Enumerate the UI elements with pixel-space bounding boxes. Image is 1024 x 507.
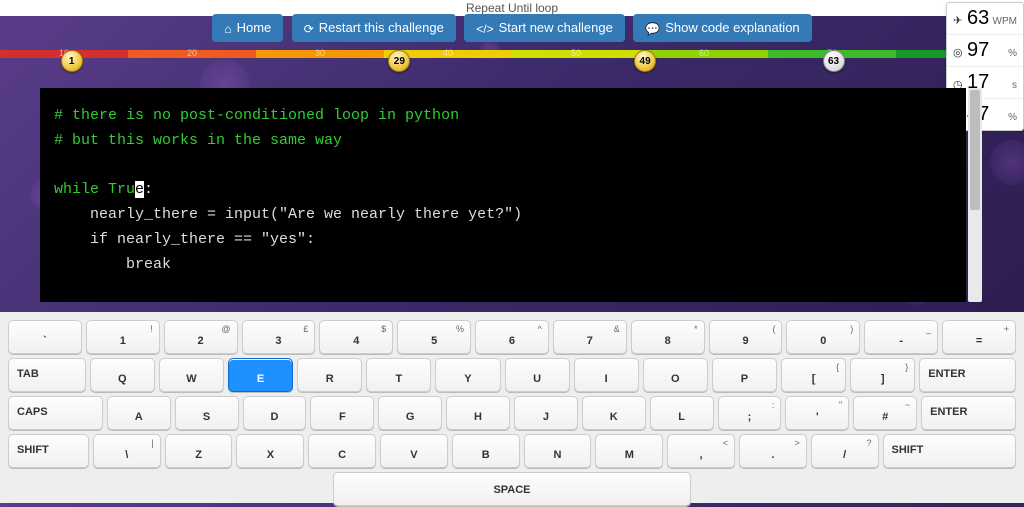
key-4[interactable]: $4: [319, 320, 393, 354]
key-caps[interactable]: CAPS: [8, 396, 103, 430]
code-icon: </>: [476, 22, 493, 36]
key-f[interactable]: F: [310, 396, 374, 430]
code-line: [54, 154, 952, 179]
key-g[interactable]: G: [378, 396, 442, 430]
key-n[interactable]: N: [524, 434, 592, 468]
key-7[interactable]: &7: [553, 320, 627, 354]
key-h[interactable]: H: [446, 396, 510, 430]
key-shift[interactable]: SHIFT: [8, 434, 89, 468]
key-y[interactable]: Y: [435, 358, 500, 392]
key-b[interactable]: B: [452, 434, 520, 468]
progress-marker: 49: [634, 50, 656, 72]
key-\[interactable]: |\: [93, 434, 161, 468]
target-icon: ◎: [953, 46, 967, 59]
key-x[interactable]: X: [236, 434, 304, 468]
key-o[interactable]: O: [643, 358, 708, 392]
key-/[interactable]: ?/: [811, 434, 879, 468]
text-cursor: e: [135, 181, 144, 198]
key-space[interactable]: SPACE: [333, 472, 691, 506]
key-v[interactable]: V: [380, 434, 448, 468]
key-=[interactable]: +=: [942, 320, 1016, 354]
key-m[interactable]: M: [595, 434, 663, 468]
key-enter[interactable]: ENTER: [919, 358, 1016, 392]
key-w[interactable]: W: [159, 358, 224, 392]
code-line: nearly_there = input("Are we nearly ther…: [54, 203, 952, 228]
code-line: if nearly_there == "yes":: [54, 228, 952, 253]
key-enter[interactable]: ENTER: [921, 396, 1016, 430]
key-9[interactable]: (9: [709, 320, 783, 354]
key-0[interactable]: )0: [786, 320, 860, 354]
key-8[interactable]: *8: [631, 320, 705, 354]
code-line: # but this works in the same way: [54, 129, 952, 154]
code-editor[interactable]: # there is no post-conditioned loop in p…: [40, 88, 966, 302]
restart-button[interactable]: ⟳Restart this challenge: [292, 14, 456, 42]
key-r[interactable]: R: [297, 358, 362, 392]
progress-marker: 63: [823, 50, 845, 72]
key-#[interactable]: ~#: [853, 396, 917, 430]
key-;[interactable]: :;: [718, 396, 782, 430]
key-q[interactable]: Q: [90, 358, 155, 392]
code-line: while True:: [54, 178, 952, 203]
key-.[interactable]: >.: [739, 434, 807, 468]
stat-wpm: ✈ 63 WPM: [947, 3, 1023, 35]
progress-marker: 1: [61, 50, 83, 72]
key-d[interactable]: D: [243, 396, 307, 430]
key-][interactable]: }]: [850, 358, 915, 392]
code-line: break: [54, 253, 952, 278]
key-z[interactable]: Z: [165, 434, 233, 468]
progress-bar: 10203040506070 1294963: [0, 50, 1024, 60]
key--[interactable]: _-: [864, 320, 938, 354]
stat-accuracy: ◎ 97 %: [947, 35, 1023, 67]
code-line: # there is no post-conditioned loop in p…: [54, 104, 952, 129]
key-3[interactable]: £3: [242, 320, 316, 354]
key-a[interactable]: A: [107, 396, 171, 430]
virtual-keyboard: `!1@2£3$4%5^6&7*8(9)0_-+= TABQWERTYUIOP{…: [0, 312, 1024, 503]
key-l[interactable]: L: [650, 396, 714, 430]
key-j[interactable]: J: [514, 396, 578, 430]
key-6[interactable]: ^6: [475, 320, 549, 354]
key-u[interactable]: U: [505, 358, 570, 392]
key-shift[interactable]: SHIFT: [883, 434, 1017, 468]
refresh-icon: ⟳: [304, 22, 314, 36]
scrollbar-thumb[interactable]: [970, 90, 980, 210]
key-s[interactable]: S: [175, 396, 239, 430]
key-5[interactable]: %5: [397, 320, 471, 354]
toolbar: ⌂Home ⟳Restart this challenge </>Start n…: [0, 14, 1024, 42]
key-1[interactable]: !1: [86, 320, 160, 354]
new-challenge-button[interactable]: </>Start new challenge: [464, 14, 625, 42]
key-'[interactable]: "': [785, 396, 849, 430]
progress-marker: 29: [388, 50, 410, 72]
key-t[interactable]: T: [366, 358, 431, 392]
chat-icon: 💬: [645, 22, 660, 36]
explain-button[interactable]: 💬Show code explanation: [633, 14, 811, 42]
key-,[interactable]: <,: [667, 434, 735, 468]
home-button[interactable]: ⌂Home: [212, 14, 283, 42]
home-icon: ⌂: [224, 22, 231, 36]
key-i[interactable]: I: [574, 358, 639, 392]
key-e[interactable]: E: [228, 358, 293, 392]
key-`[interactable]: `: [8, 320, 82, 354]
key-2[interactable]: @2: [164, 320, 238, 354]
plane-icon: ✈: [953, 14, 967, 27]
key-p[interactable]: P: [712, 358, 777, 392]
code-scrollbar[interactable]: [968, 88, 982, 302]
key-[[interactable]: {[: [781, 358, 846, 392]
key-c[interactable]: C: [308, 434, 376, 468]
key-k[interactable]: K: [582, 396, 646, 430]
key-tab[interactable]: TAB: [8, 358, 86, 392]
